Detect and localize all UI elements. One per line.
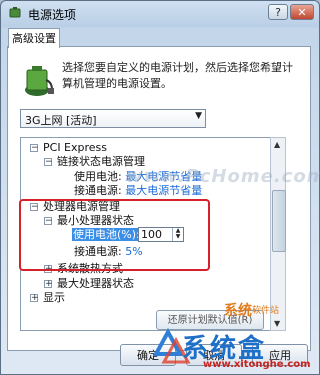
expand-icon[interactable]: + xyxy=(30,294,39,303)
watermark-small-text: 软件站 xyxy=(252,306,280,316)
watermark-url-text: www.xitonghe.com xyxy=(203,359,311,370)
collapse-icon[interactable]: − xyxy=(44,158,53,167)
expand-icon[interactable]: + xyxy=(44,280,53,289)
tree-item-label: 显示 xyxy=(43,291,65,304)
tree-item-max-processor-state[interactable]: + 最大处理器状态 xyxy=(44,277,134,291)
battery-plug-icon xyxy=(25,66,54,96)
annotation-highlight-box xyxy=(19,199,210,271)
watermark-top-text: 系统 xyxy=(224,303,252,319)
tree-item-pci-express[interactable]: − PCI Express xyxy=(30,141,107,155)
description-text: 选择您要自定义的电源计划，然后选择您希望计算机管理的电源设置。 xyxy=(62,61,293,90)
tree-item-display[interactable]: + 显示 xyxy=(30,291,65,305)
watermark-text: www.PcHome.com xyxy=(126,166,320,187)
collapse-icon[interactable]: − xyxy=(30,144,39,153)
tab-advanced-settings[interactable]: 高级设置 xyxy=(8,28,60,48)
scrollbar-thumb[interactable] xyxy=(272,190,286,252)
tree-item-label: PCI Express xyxy=(43,141,108,154)
setting-label: 接通电源: xyxy=(74,184,122,197)
help-button[interactable]: ? xyxy=(268,4,288,20)
power-plan-dropdown[interactable]: 3G上网 [活动] ▼ xyxy=(20,109,206,128)
title-bar: 电源选项 ? ✕ xyxy=(1,1,319,25)
scroll-up-icon[interactable]: ▲ xyxy=(274,140,280,149)
tree-item-label: 最大处理器状态 xyxy=(57,277,134,290)
close-button[interactable]: ✕ xyxy=(290,4,314,20)
window-title: 电源选项 xyxy=(28,8,77,22)
setting-label: 使用电池: xyxy=(74,170,122,183)
power-options-icon xyxy=(9,7,21,18)
power-plan-value: 3G上网 [活动] xyxy=(25,114,97,127)
chevron-down-icon: ▼ xyxy=(195,111,202,121)
